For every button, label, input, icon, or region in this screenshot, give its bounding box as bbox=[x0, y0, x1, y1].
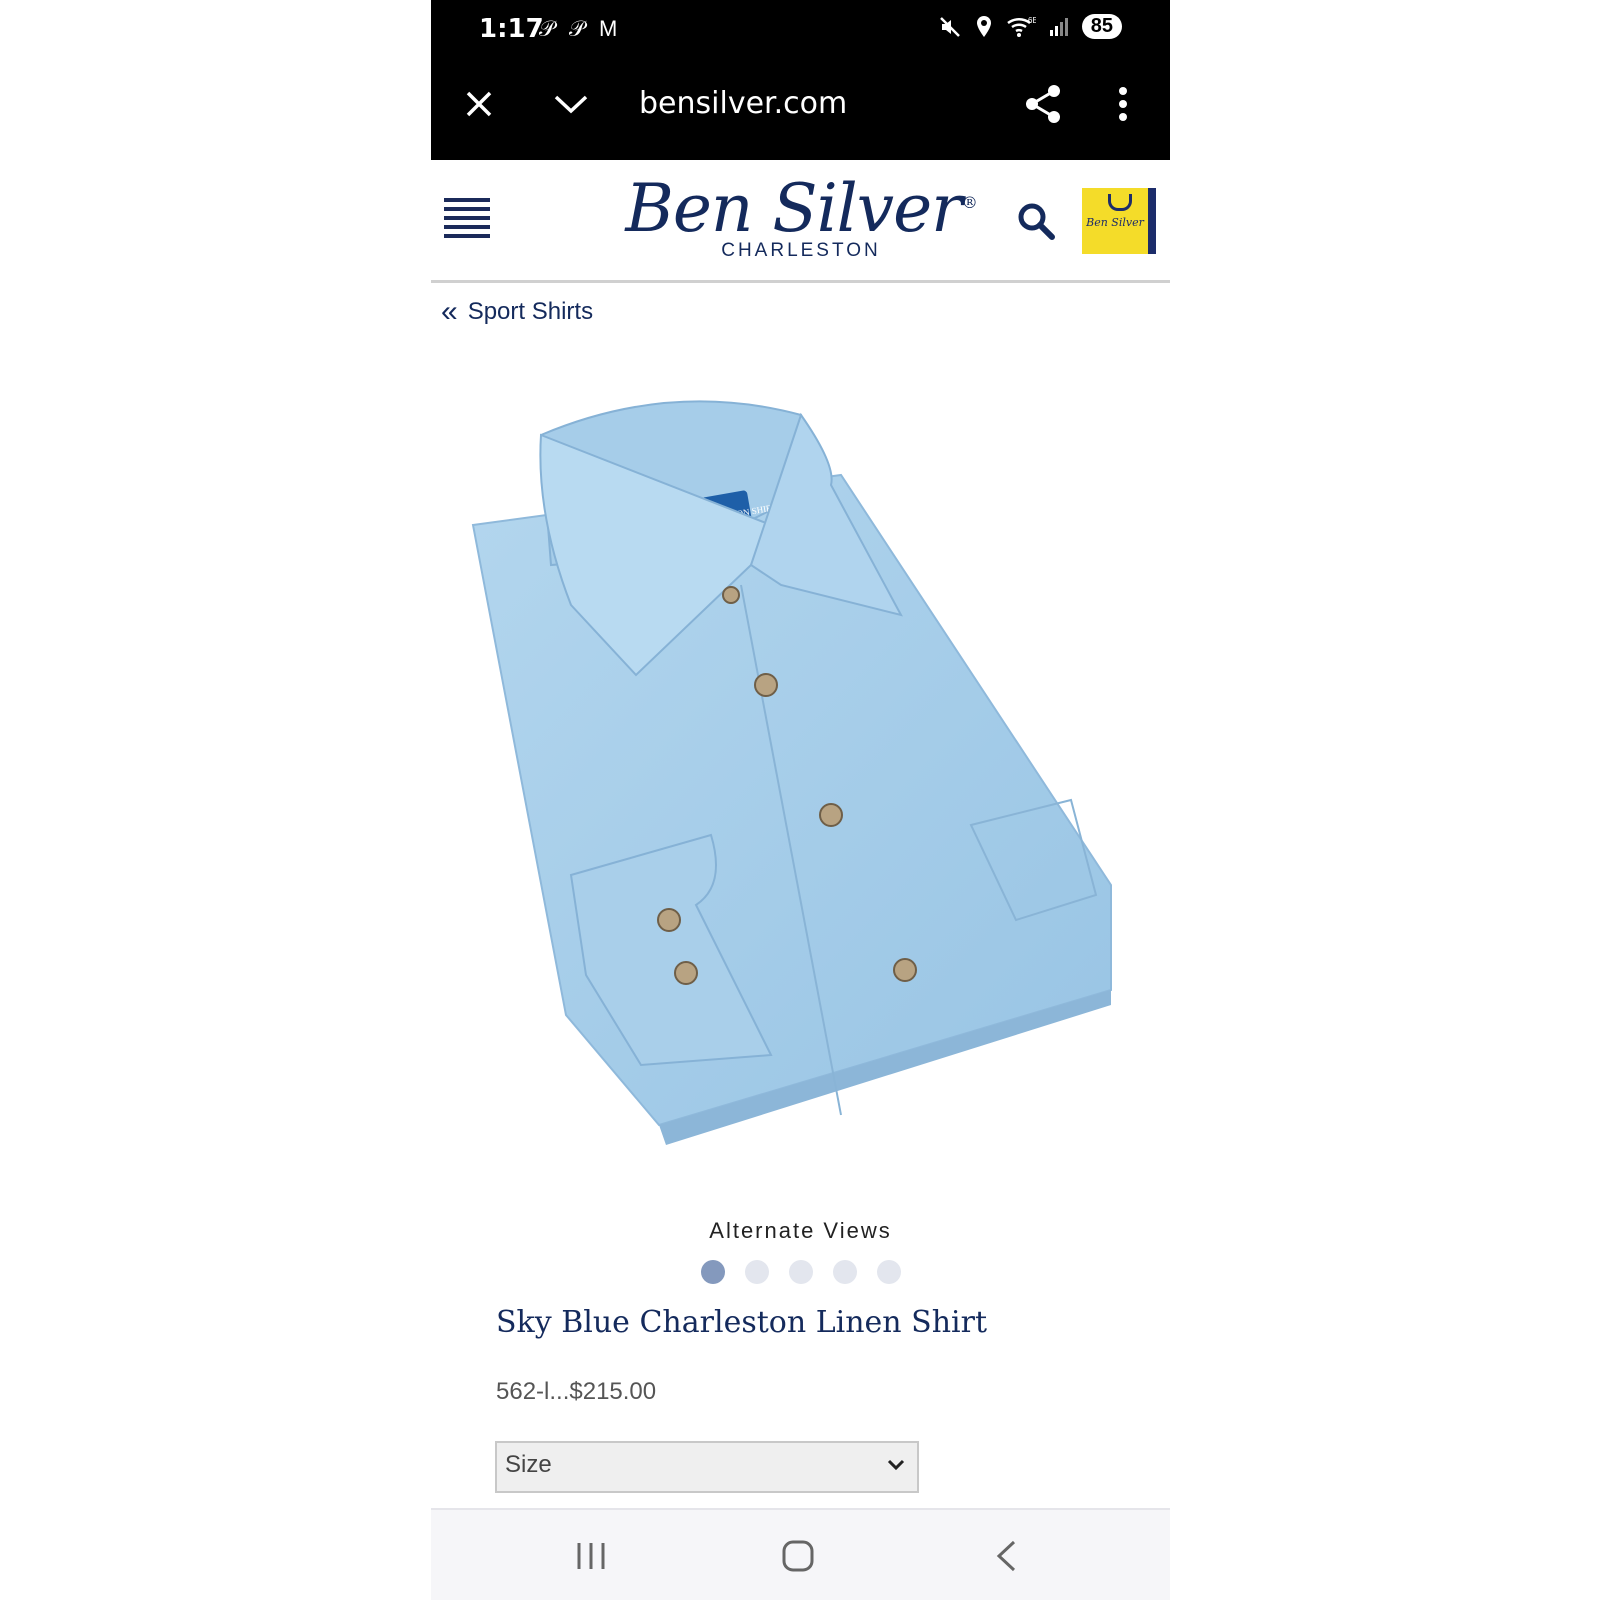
close-icon[interactable] bbox=[455, 84, 503, 124]
status-right-icons: 6E 85 bbox=[938, 14, 1122, 39]
chevron-down-icon bbox=[887, 1455, 905, 1476]
mute-icon bbox=[939, 16, 960, 37]
gallery-dot[interactable] bbox=[744, 1260, 769, 1284]
menu-icon[interactable] bbox=[444, 198, 490, 240]
double-chevron-left-icon: « bbox=[441, 295, 458, 328]
logo-registered-mark: ® bbox=[961, 193, 978, 212]
gallery-dot[interactable] bbox=[788, 1260, 813, 1284]
url-bar: bensilver.com bbox=[431, 78, 1170, 130]
wifi-icon: 6E bbox=[1006, 16, 1036, 37]
breadcrumb-label: Sport Shirts bbox=[467, 298, 594, 325]
site-logo[interactable]: Ben Silver® CHARLESTON bbox=[621, 164, 981, 262]
battery-badge: 85 bbox=[1081, 14, 1122, 39]
gallery-dot[interactable] bbox=[832, 1260, 857, 1284]
system-nav-bar bbox=[431, 1508, 1170, 1600]
chevron-down-icon[interactable] bbox=[547, 84, 595, 124]
back-icon[interactable] bbox=[976, 1534, 1036, 1578]
product-title: Sky Blue Charleston Linen Shirt bbox=[496, 1305, 988, 1340]
gallery-dots bbox=[431, 1260, 1170, 1284]
phone-screen: 1:17 𝒫 𝒫 M 6E 85 bensilver.com Ben Silve… bbox=[431, 0, 1170, 1600]
cart-logo-text: Ben Silver bbox=[1086, 216, 1144, 229]
more-options-icon[interactable] bbox=[1103, 80, 1143, 128]
search-icon[interactable] bbox=[1011, 196, 1061, 246]
recent-apps-icon[interactable] bbox=[561, 1534, 621, 1578]
status-time: 1:17 bbox=[479, 14, 544, 44]
size-select[interactable]: Size bbox=[495, 1441, 919, 1493]
status-app-icons: 𝒫 𝒫 M bbox=[539, 16, 622, 41]
signal-icon bbox=[1049, 17, 1068, 36]
url-text[interactable]: bensilver.com bbox=[639, 86, 847, 121]
size-select-value: Size bbox=[505, 1451, 552, 1478]
breadcrumb[interactable]: « Sport Shirts bbox=[441, 295, 594, 328]
alternate-views-label: Alternate Views bbox=[709, 1218, 892, 1243]
home-icon[interactable] bbox=[768, 1534, 828, 1578]
gallery-dot[interactable] bbox=[700, 1260, 725, 1284]
product-sku-price: 562-l...$215.00 bbox=[496, 1378, 657, 1405]
site-header: Ben Silver® CHARLESTON Ben Silver bbox=[431, 160, 1170, 283]
gallery-dot[interactable] bbox=[876, 1260, 901, 1284]
product-image[interactable]: THE CHARLESTON SHIRT bbox=[471, 375, 1151, 1155]
browser-chrome: 1:17 𝒫 𝒫 M 6E 85 bensilver.com bbox=[431, 0, 1170, 160]
share-icon[interactable] bbox=[1019, 80, 1067, 128]
location-icon bbox=[976, 15, 991, 37]
svg-text:6E: 6E bbox=[1028, 16, 1036, 25]
logo-text: Ben Silver bbox=[625, 170, 962, 247]
shopping-bag-icon[interactable]: Ben Silver bbox=[1082, 188, 1156, 254]
